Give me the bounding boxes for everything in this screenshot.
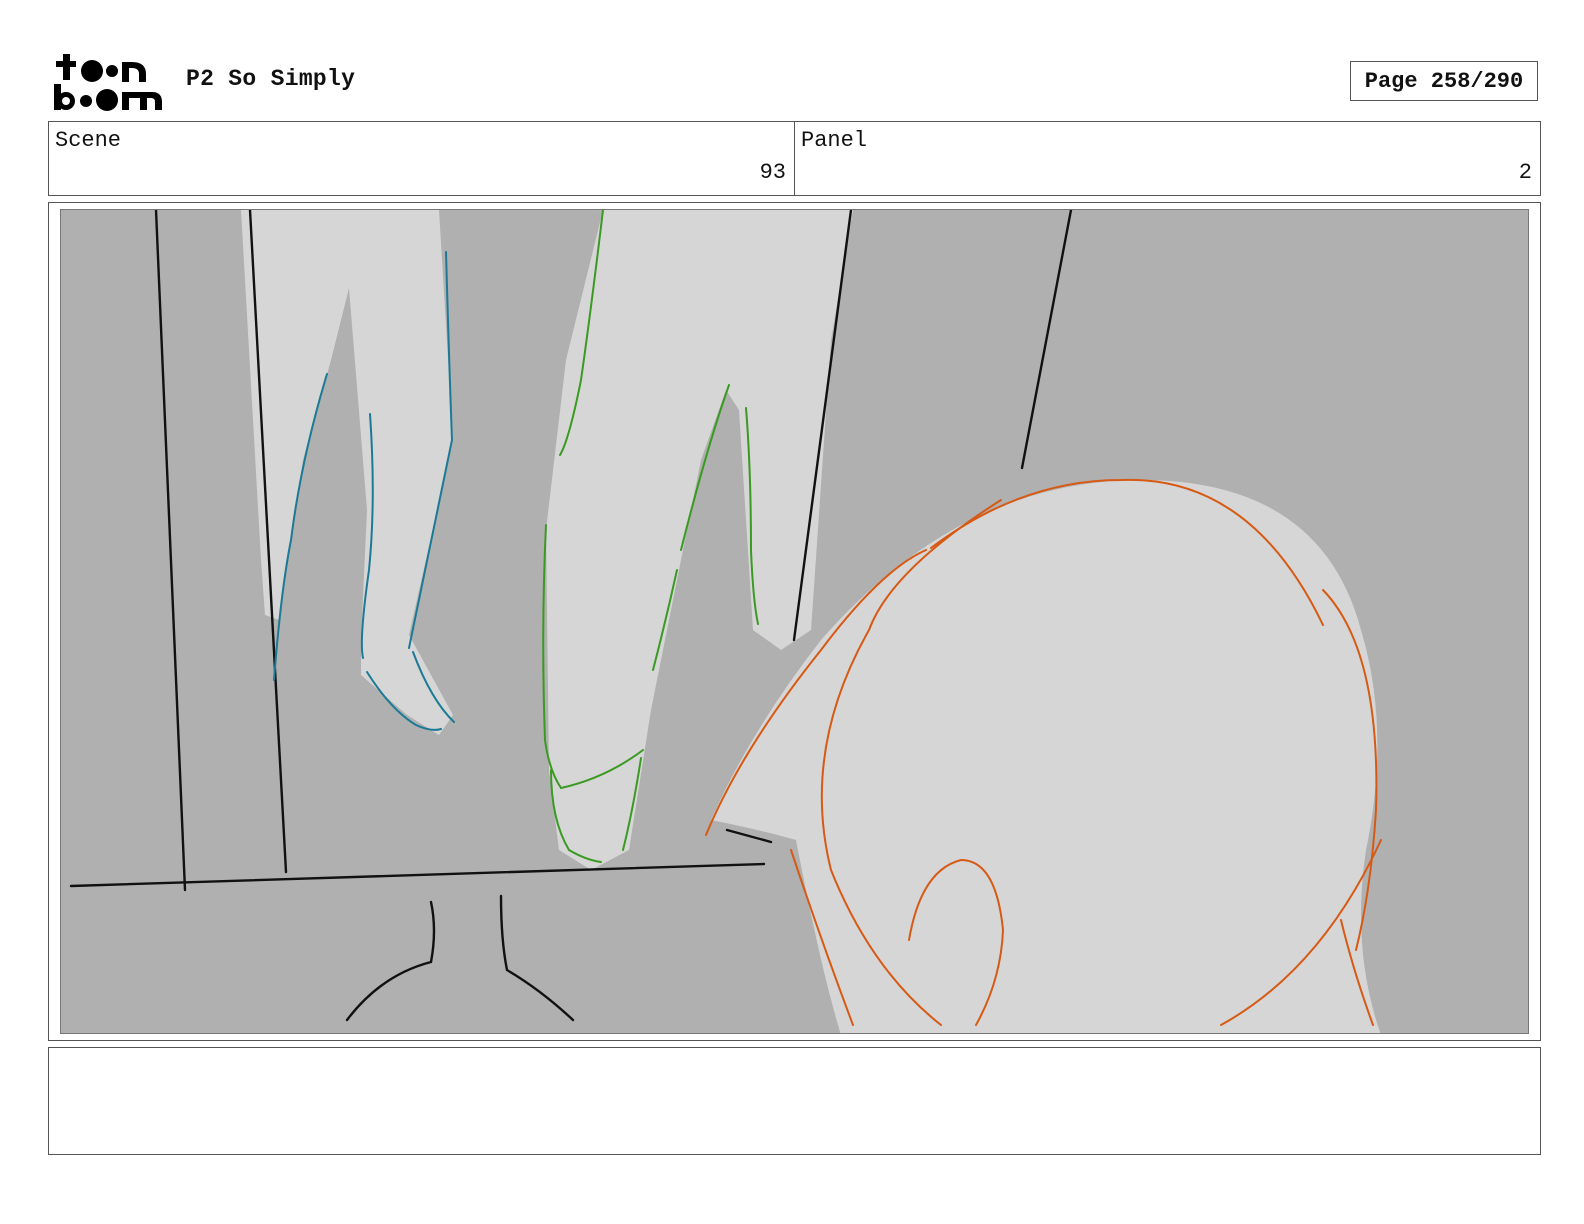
panel-cell: Panel 2: [794, 122, 1540, 195]
sketch-artwork: [61, 210, 1528, 1033]
panel-number: 2: [1518, 160, 1532, 185]
toon-boom-logo: [52, 52, 164, 112]
scene-label: Scene: [55, 128, 122, 153]
panel-label: Panel: [801, 128, 868, 153]
scene-panel-info: Scene 93 Panel 2: [48, 121, 1541, 196]
storyboard-panel-drawing: [60, 209, 1529, 1034]
project-title: P2 So Simply: [186, 66, 356, 92]
scene-number: 93: [759, 160, 786, 185]
panel-notes-box: [48, 1047, 1541, 1155]
page-indicator: Page 258/290: [1350, 61, 1538, 101]
scene-cell: Scene 93: [49, 122, 794, 195]
toon-boom-logo-mark: [54, 54, 162, 111]
